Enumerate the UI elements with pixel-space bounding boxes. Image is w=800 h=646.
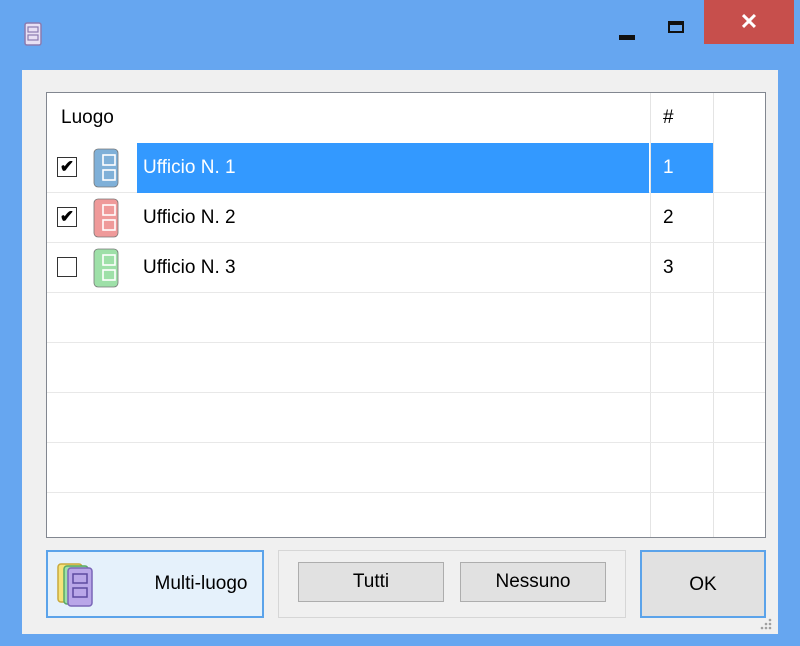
filing-cabinet-icon <box>93 198 119 238</box>
tutti-button[interactable]: Tutti <box>298 562 444 602</box>
grid-row-line <box>47 342 765 343</box>
app-cabinet-icon <box>24 22 42 46</box>
table-row[interactable]: ✔ Ufficio N. 11 <box>47 143 765 193</box>
dialog-window: ✕ Luogo # ✔ Ufficio N. 1 1 ✔ Ufficio N. 2 2 Uf… <box>0 0 800 646</box>
maximize-button[interactable] <box>656 6 696 46</box>
row-number: 3 <box>663 257 674 278</box>
close-button[interactable]: ✕ <box>704 0 794 44</box>
row-name: Ufficio N. 3 <box>143 257 236 278</box>
row-number: 1 <box>651 143 713 193</box>
column-header-number[interactable]: # <box>663 93 674 143</box>
locations-grid[interactable]: Luogo # ✔ Ufficio N. 1 1 ✔ Ufficio N. 2 2 Uffi… <box>46 92 766 538</box>
table-row[interactable]: Ufficio N. 3 3 <box>47 243 765 293</box>
row-name: Ufficio N. 1 <box>137 143 649 193</box>
grid-row-line <box>47 442 765 443</box>
title-bar[interactable]: ✕ <box>0 0 800 70</box>
row-checkbox[interactable] <box>57 257 77 277</box>
row-checkbox[interactable]: ✔ <box>57 207 77 227</box>
column-header-luogo[interactable]: Luogo <box>61 93 114 143</box>
row-number: 2 <box>663 207 674 228</box>
minimize-button[interactable] <box>610 6 646 46</box>
row-name: Ufficio N. 2 <box>143 207 236 228</box>
multi-luogo-button[interactable]: Multi-luogo <box>46 550 264 618</box>
multi-luogo-label: Multi-luogo <box>154 573 248 594</box>
multi-cabinet-icon <box>57 563 93 607</box>
table-row[interactable]: ✔ Ufficio N. 2 2 <box>47 193 765 243</box>
nessuno-button[interactable]: Nessuno <box>460 562 606 602</box>
filing-cabinet-icon <box>93 248 119 288</box>
resize-grip-icon[interactable] <box>758 616 772 630</box>
dialog-client-area: Luogo # ✔ Ufficio N. 1 1 ✔ Ufficio N. 2 2 Uffi… <box>22 70 778 634</box>
ok-button[interactable]: OK <box>640 550 766 618</box>
filing-cabinet-icon <box>93 148 119 188</box>
grid-row-line <box>47 492 765 493</box>
row-checkbox[interactable]: ✔ <box>57 157 77 177</box>
grid-header: Luogo # <box>47 93 765 143</box>
grid-row-line <box>47 392 765 393</box>
